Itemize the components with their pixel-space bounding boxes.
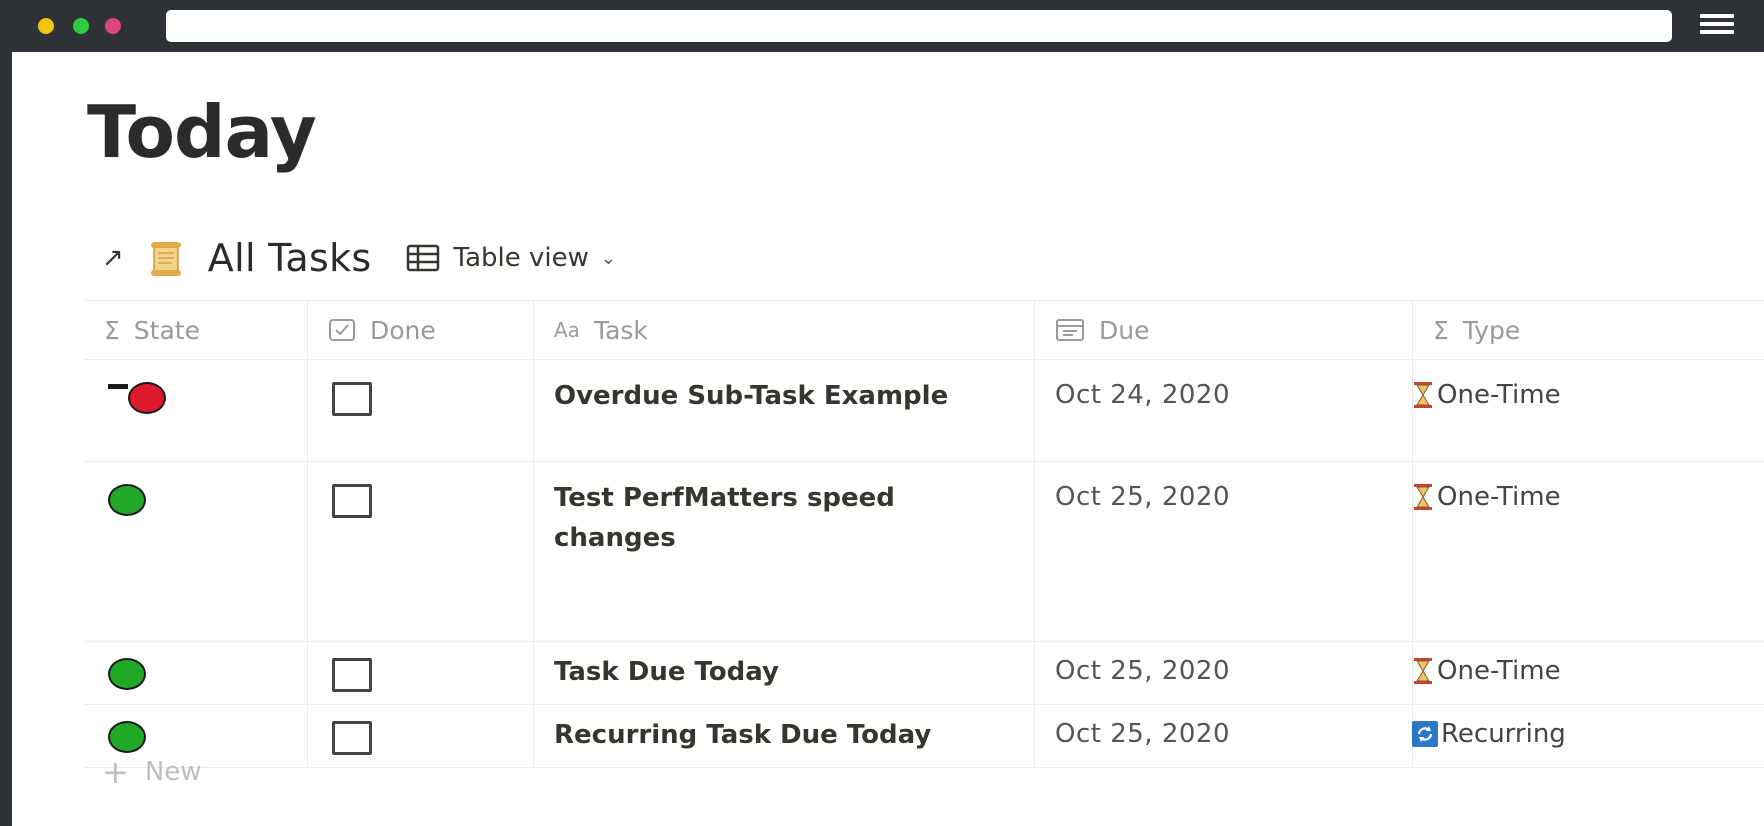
hourglass-icon — [1414, 658, 1432, 684]
chevron-down-icon: ⌄ — [600, 247, 616, 269]
task-cell[interactable]: Test PerfMatters speed changes — [534, 462, 1035, 641]
plus-icon: + — [102, 753, 129, 791]
type-label: Recurring — [1441, 719, 1566, 749]
browser-window: Today ↗ All Tasks Table view ⌄ Σ State D… — [0, 0, 1764, 826]
table-row[interactable]: Test PerfMatters speed changes Oct 25, 2… — [84, 462, 1764, 642]
hamburger-menu-icon[interactable] — [1700, 14, 1734, 38]
state-cell — [84, 360, 308, 461]
due-date: Oct 25, 2020 — [1055, 656, 1230, 686]
task-cell[interactable]: Overdue Sub-Task Example — [534, 360, 1035, 461]
done-cell — [308, 360, 534, 461]
type-label: One-Time — [1437, 380, 1561, 410]
type-label: One-Time — [1437, 482, 1561, 512]
hourglass-icon — [1414, 382, 1432, 408]
due-cell[interactable]: Oct 25, 2020 — [1035, 462, 1413, 641]
close-button[interactable] — [105, 18, 121, 34]
task-cell[interactable]: Recurring Task Due Today — [534, 705, 1035, 767]
table-row[interactable]: Overdue Sub-Task Example Oct 24, 2020 On… — [84, 360, 1764, 462]
minimize-button[interactable] — [38, 18, 54, 34]
done-checkbox[interactable] — [332, 382, 372, 416]
done-cell — [308, 642, 534, 704]
column-label: Due — [1099, 315, 1150, 345]
state-cell — [84, 642, 308, 704]
table-icon — [406, 244, 439, 272]
hourglass-icon — [1414, 484, 1432, 510]
column-header-state[interactable]: Σ State — [84, 301, 308, 359]
task-title[interactable]: Overdue Sub-Task Example — [554, 376, 1034, 416]
column-label: Type — [1462, 315, 1521, 345]
column-header-task[interactable]: Aa Task — [534, 301, 1035, 359]
due-date: Oct 24, 2020 — [1055, 380, 1230, 410]
type-cell: One-Time — [1413, 642, 1764, 704]
state-ok-icon — [108, 484, 146, 516]
scroll-icon — [150, 242, 181, 276]
due-cell[interactable]: Oct 24, 2020 — [1035, 360, 1413, 461]
task-title[interactable]: Recurring Task Due Today — [554, 715, 1034, 755]
task-title[interactable]: Test PerfMatters speed changes — [554, 478, 954, 558]
column-label: State — [133, 315, 200, 345]
view-selector-button[interactable]: Table view ⌄ — [406, 243, 616, 273]
task-title[interactable]: Task Due Today — [554, 652, 1034, 692]
calendar-icon — [1055, 318, 1085, 342]
add-new-row-button[interactable]: + New — [102, 756, 202, 788]
text-aa-icon: Aa — [554, 318, 580, 342]
column-header-done[interactable]: Done — [308, 301, 534, 359]
table-header-row: Σ State Done Aa Task Due Σ Type — [84, 300, 1764, 360]
task-cell[interactable]: Task Due Today — [534, 642, 1035, 704]
table-body: Overdue Sub-Task Example Oct 24, 2020 On… — [84, 360, 1764, 768]
address-bar[interactable] — [166, 10, 1672, 42]
database-header: ↗ All Tasks Table view ⌄ — [102, 232, 616, 284]
type-cell: Recurring — [1412, 705, 1764, 767]
due-date: Oct 25, 2020 — [1055, 482, 1230, 512]
new-row-label: New — [144, 757, 202, 787]
database-title[interactable]: All Tasks — [208, 236, 372, 280]
done-cell — [308, 705, 534, 767]
state-cell — [84, 462, 308, 641]
column-label: Done — [370, 315, 436, 345]
column-header-due[interactable]: Due — [1035, 301, 1413, 359]
due-cell[interactable]: Oct 25, 2020 — [1035, 642, 1413, 704]
due-date: Oct 25, 2020 — [1055, 719, 1230, 749]
column-header-type[interactable]: Σ Type — [1413, 301, 1764, 359]
repeat-icon — [1412, 721, 1438, 747]
done-checkbox[interactable] — [332, 658, 372, 692]
page-content: Today ↗ All Tasks Table view ⌄ Σ State D… — [12, 52, 1764, 826]
table-row[interactable]: Recurring Task Due Today Oct 25, 2020 Re… — [84, 705, 1764, 768]
state-overdue-icon — [128, 382, 166, 414]
table-row[interactable]: Task Due Today Oct 25, 2020 One-Time — [84, 642, 1764, 705]
due-cell[interactable]: Oct 25, 2020 — [1035, 705, 1413, 767]
tasks-table: Σ State Done Aa Task Due Σ Type Overdue … — [84, 300, 1764, 768]
checkbox-icon — [328, 318, 356, 342]
title-bar — [0, 0, 1764, 52]
column-label: Task — [593, 315, 648, 345]
arrow-up-right-icon[interactable]: ↗ — [102, 245, 124, 271]
type-cell: One-Time — [1413, 462, 1764, 641]
type-label: One-Time — [1437, 656, 1561, 686]
sigma-icon: Σ — [1433, 315, 1449, 345]
done-checkbox[interactable] — [332, 484, 372, 518]
type-cell: One-Time — [1413, 360, 1764, 461]
view-label: Table view — [453, 243, 589, 273]
sigma-icon: Σ — [104, 315, 120, 345]
done-checkbox[interactable] — [332, 721, 372, 755]
maximize-button[interactable] — [73, 18, 89, 34]
state-ok-icon — [108, 658, 146, 690]
state-ok-icon — [108, 721, 146, 753]
done-cell — [308, 462, 534, 641]
page-title: Today — [87, 90, 317, 174]
subtask-dash-icon — [108, 383, 128, 389]
